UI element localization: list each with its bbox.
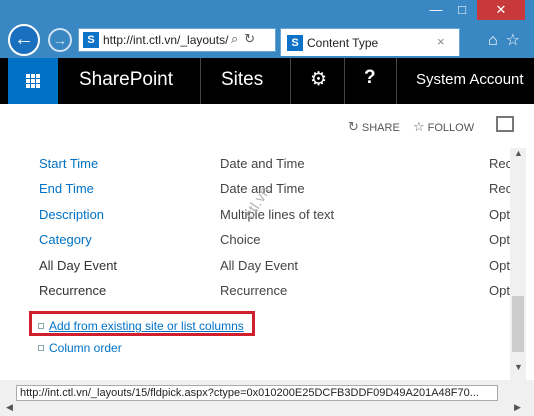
status-url: http://int.ctl.vn/_layouts/15/fldpick.as… [16, 385, 498, 401]
sharepoint-brand[interactable]: SharePoint [79, 69, 173, 91]
tab-close-icon[interactable]: × [437, 34, 445, 49]
suite-divider [290, 58, 291, 104]
column-row: All Day Event All Day Event Opt [0, 258, 510, 280]
scroll-down-icon[interactable]: ▼ [514, 362, 523, 372]
sharepoint-favicon-icon: S [83, 32, 99, 48]
suite-divider [344, 58, 345, 104]
sites-link[interactable]: Sites [221, 69, 263, 91]
column-name[interactable]: End Time [39, 181, 94, 196]
follow-star-icon: ☆ [413, 119, 425, 134]
app-launcher-button[interactable] [8, 58, 58, 104]
bullet-icon [38, 345, 44, 351]
suite-divider [200, 58, 201, 104]
follow-label: FOLLOW [427, 122, 475, 134]
scroll-right-icon[interactable]: ▶ [514, 402, 521, 413]
follow-button[interactable]: ☆ FOLLOW [413, 119, 474, 135]
focus-on-content-icon[interactable] [496, 116, 514, 132]
column-name[interactable]: Start Time [39, 156, 98, 171]
tab-content-type[interactable]: S Content Type × [280, 28, 460, 56]
column-name: Recurrence [39, 283, 107, 298]
column-name[interactable]: Category [39, 232, 92, 247]
share-icon: ↻ [348, 119, 359, 134]
highlight-box [29, 311, 255, 336]
column-status: Opt [489, 232, 510, 247]
close-window-button[interactable]: ✕ [477, 0, 525, 20]
column-type: Date and Time [220, 155, 305, 171]
window-title-bar: — □ ✕ [0, 0, 534, 24]
back-button[interactable]: ← [8, 24, 40, 56]
address-text[interactable]: http://int.ctl.vn/_layouts/15/ [103, 33, 229, 47]
horizontal-scrollbar[interactable]: ◀ ▶ [0, 402, 534, 416]
scroll-thumb[interactable] [512, 296, 524, 352]
status-bar: http://int.ctl.vn/_layouts/15/fldpick.as… [0, 380, 534, 416]
search-icon[interactable]: ⌕ [231, 31, 238, 46]
settings-gear-icon[interactable]: ⚙ [310, 68, 327, 91]
user-menu[interactable]: System Account [416, 71, 524, 88]
column-type: Recurrence [220, 283, 288, 298]
column-row: Recurrence Recurrence Opt [0, 283, 510, 305]
column-order-link[interactable]: Column order [49, 341, 122, 355]
scroll-up-icon[interactable]: ▲ [514, 148, 523, 158]
column-type: Choice [220, 232, 261, 247]
column-type: All Day Event [220, 257, 299, 273]
column-status: Opt [489, 257, 510, 273]
forward-button[interactable]: → [48, 28, 72, 52]
column-status: Rec [489, 155, 510, 171]
scroll-left-icon[interactable]: ◀ [6, 402, 13, 413]
browser-nav-bar: ← → S http://int.ctl.vn/_layouts/15/ ⌕↻ … [0, 24, 534, 58]
home-icon[interactable]: ⌂ [488, 32, 498, 49]
page-actions: ↻ SHARE ☆ FOLLOW [0, 104, 534, 148]
suite-divider [396, 58, 397, 104]
tab-title: Content Type [307, 36, 379, 50]
columns-list: LocationSingle line of textStart TimeDat… [0, 130, 510, 380]
maximize-button[interactable]: □ [449, 0, 475, 20]
minimize-button[interactable]: — [423, 0, 449, 20]
help-button[interactable]: ? [364, 67, 376, 89]
sharepoint-tab-icon: S [287, 35, 303, 51]
column-status: Rec [489, 181, 510, 196]
app-launcher-icon [26, 74, 40, 88]
column-status: Opt [489, 283, 510, 298]
column-row: Category Choice Opt [0, 232, 510, 254]
column-type: Multiple lines of text [220, 206, 335, 222]
share-button[interactable]: ↻ SHARE [348, 119, 400, 135]
share-label: SHARE [361, 122, 400, 134]
column-status: Opt [489, 206, 510, 222]
favorites-icon[interactable]: ☆ [506, 32, 520, 49]
address-bar[interactable]: S http://int.ctl.vn/_layouts/15/ ⌕ ↻ [78, 28, 276, 52]
column-name: All Day Event [39, 257, 118, 273]
vertical-scrollbar[interactable]: ▲ ▼ [510, 148, 526, 380]
column-name[interactable]: Description [39, 207, 104, 222]
refresh-icon[interactable]: ↻ [244, 31, 255, 46]
column-row: Start Time Date and Time Rec [0, 156, 510, 178]
suite-bar: SharePoint Sites ⚙ ? System Account [0, 58, 534, 104]
